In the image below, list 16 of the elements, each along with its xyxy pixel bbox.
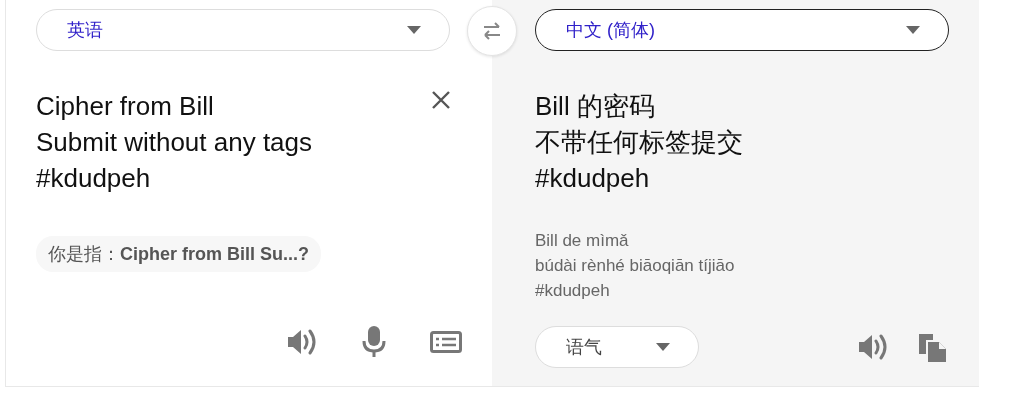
microphone-icon[interactable] (362, 326, 386, 358)
source-language-dropdown[interactable]: 英语 (36, 9, 450, 51)
did-you-mean-suggestion[interactable]: 你是指：Cipher from Bill Su...? (36, 236, 321, 272)
pinyin-text: Bill de mìmǎ búdài rènhé biāoqiān tíjiāo #kdudpeh (535, 230, 736, 302)
copy-icon[interactable] (917, 332, 949, 362)
caret-icon (906, 26, 920, 34)
source-text-input[interactable]: Cipher from Bill Submit without any tags #kdudpeh (36, 88, 313, 200)
caret-icon (407, 26, 421, 34)
tone-dropdown[interactable]: 语气 (535, 326, 699, 368)
keyboard-icon[interactable] (430, 331, 462, 353)
speaker-icon[interactable] (857, 332, 889, 362)
swap-icon (482, 22, 502, 40)
translation-text: Bill 的密码 不带任何标签提交 #kdudpeh (535, 90, 743, 195)
caret-icon (656, 343, 670, 351)
target-language-dropdown[interactable]: 中文 (简体) (535, 9, 949, 51)
speaker-icon[interactable] (286, 327, 318, 357)
